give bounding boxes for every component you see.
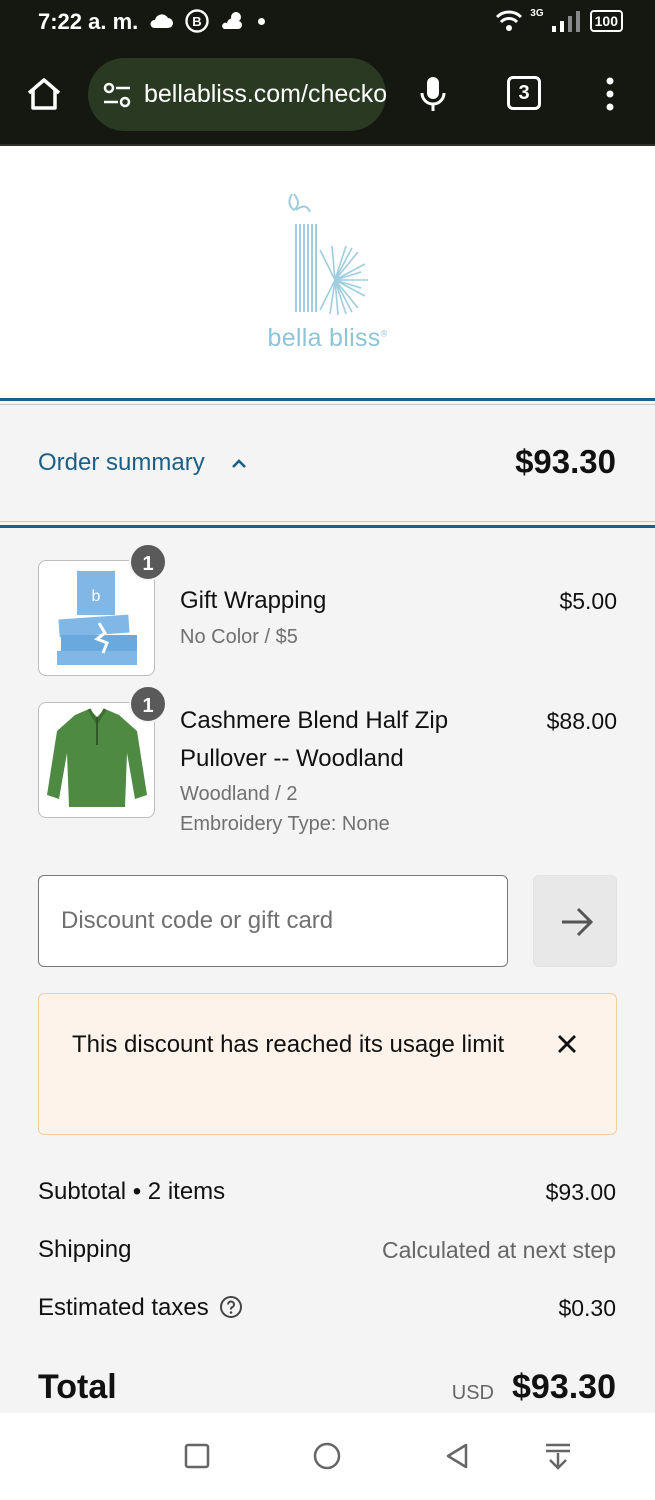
total-label: Total (38, 1368, 117, 1406)
gift-wrapping-thumbnail: b 1 (38, 543, 167, 676)
subtotal-label: Subtotal • 2 items (38, 1178, 226, 1205)
tabs-icon[interactable]: 3 (507, 76, 541, 110)
more-vert-icon[interactable] (602, 74, 618, 114)
item-price: $5.00 (559, 588, 617, 614)
item-name: Gift Wrapping (180, 587, 327, 614)
taxes-row: Estimated taxes (38, 1294, 243, 1322)
site-settings-icon[interactable] (100, 78, 134, 112)
b-app-icon: B (185, 9, 209, 33)
apply-discount-button[interactable] (533, 875, 617, 967)
discount-error-banner: This discount has reached its usage limi… (38, 993, 617, 1135)
signal-icon (551, 11, 580, 32)
home-circle-icon[interactable] (312, 1441, 342, 1471)
order-summary-toggle[interactable]: Order summary $93.30 (0, 398, 655, 528)
cloud-icon (150, 14, 173, 28)
line-item-cashmere-pullover: 1 Cashmere Blend Half Zip Pullover -- Wo… (38, 685, 617, 842)
address-bar[interactable]: bellabliss.com/checkout (88, 58, 386, 131)
status-time: 7:22 a. m. (38, 9, 139, 34)
item-embroidery: Embroidery Type: None (180, 813, 390, 835)
brand-name: bella bliss® (267, 324, 388, 352)
wifi-icon (496, 10, 523, 31)
quantity-badge: 1 (129, 685, 167, 723)
registered-mark: ® (380, 328, 388, 339)
item-variant: Woodland / 2 (180, 783, 298, 805)
line-item-gift-wrapping: b 1 Gift Wrapping No Color / $5 $5.00 (38, 543, 617, 676)
svg-text:b: b (92, 588, 101, 605)
close-icon[interactable] (555, 1032, 579, 1056)
notification-dot (258, 17, 265, 25)
item-price: $88.00 (546, 708, 617, 734)
taxes-value: $0.30 (558, 1295, 616, 1321)
arrow-right-icon (562, 907, 594, 937)
item-variant: No Color / $5 (180, 626, 298, 648)
weather-icon (222, 12, 242, 29)
shipping-value: Calculated at next step (382, 1237, 616, 1263)
order-summary-label[interactable]: Order summary (38, 449, 205, 477)
shipping-label: Shipping (38, 1236, 132, 1263)
total-value: $93.30 (512, 1368, 616, 1406)
battery-icon: 100 (589, 10, 623, 32)
url-text: bellabliss.com/checkout (144, 80, 386, 108)
help-icon[interactable] (219, 1295, 243, 1319)
system-nav-bar (0, 1413, 655, 1500)
browser-toolbar: bellabliss.com/checkout 3 (0, 44, 655, 146)
taxes-label: Estimated taxes (38, 1294, 209, 1321)
site-header: bella bliss® (0, 146, 655, 398)
subtotal-value: $93.00 (545, 1179, 616, 1205)
svg-text:B: B (192, 14, 201, 29)
mic-icon[interactable] (416, 74, 450, 114)
back-icon[interactable] (442, 1441, 472, 1471)
chevron-up-icon[interactable] (228, 453, 250, 475)
summary-total: $93.30 (515, 443, 616, 480)
quantity-badge: 1 (129, 543, 167, 581)
pullover-thumbnail: 1 (38, 685, 167, 818)
discount-code-input[interactable] (38, 875, 508, 967)
status-bar: 7:22 a. m. B 3G 100 (0, 0, 655, 44)
currency-code: USD (451, 1382, 494, 1404)
item-name: Cashmere Blend Half Zip Pullover -- Wood… (180, 707, 449, 772)
network-type: 3G (530, 7, 544, 19)
recent-apps-icon[interactable] (182, 1441, 212, 1471)
discount-error-message: This discount has reached its usage limi… (72, 1031, 505, 1058)
home-icon[interactable] (24, 74, 64, 114)
collapse-icon[interactable] (543, 1441, 573, 1471)
